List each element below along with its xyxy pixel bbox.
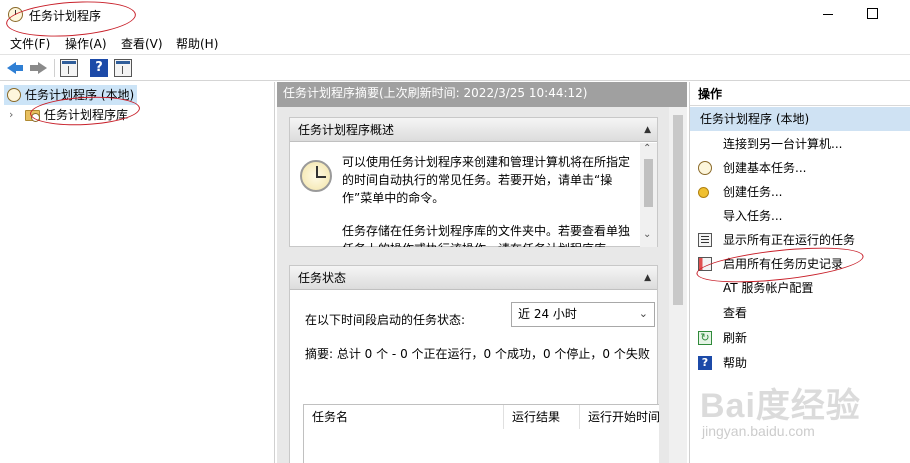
scroll-up-icon[interactable]: ⌃ — [643, 143, 651, 154]
task-status-section-header[interactable]: 任务状态 ▲ — [290, 266, 657, 290]
summary-body: 任务计划程序概述 ▲ 可以使用任务计划程序来创建和管理计算机将在所指定的时间自动… — [277, 107, 669, 463]
action-display-running-tasks[interactable]: 显示所有正在运行的任务 — [690, 228, 910, 252]
menu-bar: 文件(F) 操作(A) 查看(V) 帮助(H) — [0, 31, 910, 53]
tree-item-task-scheduler-library[interactable]: › 任务计划程序库 — [6, 105, 128, 125]
tree-item-task-scheduler-local[interactable]: 任务计划程序 (本地) — [4, 85, 138, 105]
column-header-task-name[interactable]: 任务名 — [304, 405, 504, 429]
actions-section-header[interactable]: 任务计划程序 (本地) — [690, 107, 910, 131]
chevron-right-icon[interactable]: › — [9, 105, 13, 125]
window-title: 任务计划程序 — [29, 9, 102, 23]
collapse-icon[interactable]: ▲ — [644, 118, 651, 142]
summary-pane: 任务计划程序摘要(上次刷新时间: 2022/3/25 10:44:12) 任务计… — [277, 82, 687, 463]
show-hide-action-pane-icon[interactable] — [114, 59, 132, 77]
summary-scroll-thumb[interactable] — [673, 115, 683, 305]
task-scheduler-clock-icon — [8, 7, 23, 22]
task-status-section: 任务状态 ▲ 在以下时间段启动的任务状态: 近 24 小时 ⌄ 摘要: 总计 0… — [289, 265, 660, 463]
status-summary: 摘要: 总计 0 个 - 0 个正在运行，0 个成功，0 个停止，0 个失败 — [305, 347, 650, 361]
running-tasks-icon — [698, 233, 712, 247]
menu-help[interactable]: 帮助(H) — [176, 35, 218, 52]
action-label: 创建任务... — [723, 185, 783, 199]
action-import-task[interactable]: 导入任务... — [690, 204, 910, 228]
overview-paragraph-2: 任务存储在任务计划程序库的文件夹中。若要查看单独任务上的操作或执行该操作，请在任… — [342, 224, 631, 247]
action-label: 查看 — [723, 306, 748, 320]
minimize-icon[interactable] — [822, 6, 836, 22]
toolbar-separator — [54, 59, 55, 77]
chevron-down-icon: ⌄ — [638, 307, 648, 320]
action-label: AT 服务帐户配置 — [723, 281, 814, 295]
action-label: 刷新 — [723, 331, 748, 345]
status-period-value: 近 24 小时 — [518, 307, 577, 321]
status-period-label: 在以下时间段启动的任务状态: — [305, 313, 466, 327]
column-header-run-result[interactable]: 运行结果 — [504, 405, 580, 429]
actions-pane: 操作 任务计划程序 (本地) 连接到另一台计算机... 创建基本任务... 创建… — [689, 82, 910, 463]
action-view[interactable]: 查看 — [690, 301, 910, 325]
tree-item-label: 任务计划程序库 — [44, 108, 129, 122]
action-refresh[interactable]: ↻ 刷新 — [690, 326, 910, 350]
action-label: 帮助 — [723, 356, 748, 370]
create-task-icon — [698, 187, 709, 198]
actions-pane-title: 操作 — [690, 82, 910, 106]
action-label: 创建基本任务... — [723, 161, 807, 175]
toolbar: ? — [0, 54, 910, 81]
overview-paragraph-1: 可以使用任务计划程序来创建和管理计算机将在所指定的时间自动执行的常见任务。若要开… — [342, 155, 631, 205]
overview-scrollbar[interactable]: ⌃ ⌄ — [640, 143, 657, 247]
task-scheduler-clock-icon — [300, 160, 332, 192]
status-period-dropdown[interactable]: 近 24 小时 ⌄ — [511, 302, 655, 327]
action-create-basic-task[interactable]: 创建基本任务... — [690, 156, 910, 180]
refresh-icon: ↻ — [698, 331, 712, 345]
menu-file[interactable]: 文件(F) — [10, 35, 50, 52]
maximize-icon[interactable] — [866, 7, 878, 19]
task-status-table: 任务名 运行结果 运行开始时间 — [303, 404, 660, 463]
summary-header: 任务计划程序摘要(上次刷新时间: 2022/3/25 10:44:12) — [277, 82, 687, 107]
task-history-icon — [698, 257, 712, 271]
action-label: 导入任务... — [723, 209, 783, 223]
overview-content: 可以使用任务计划程序来创建和管理计算机将在所指定的时间自动执行的常见任务。若要开… — [290, 143, 640, 247]
action-label: 连接到另一台计算机... — [723, 137, 843, 151]
task-status-section-title: 任务状态 — [298, 271, 347, 285]
action-enable-task-history[interactable]: 启用所有任务历史记录 — [690, 252, 910, 276]
menu-view[interactable]: 查看(V) — [121, 35, 163, 52]
console-tree: 任务计划程序 (本地) › 任务计划程序库 — [0, 82, 275, 463]
help-icon[interactable]: ? — [90, 59, 108, 77]
create-basic-task-icon — [698, 161, 712, 175]
forward-arrow-icon[interactable] — [29, 59, 47, 77]
overview-section: 任务计划程序概述 ▲ 可以使用任务计划程序来创建和管理计算机将在所指定的时间自动… — [289, 117, 658, 247]
overview-scroll-thumb[interactable] — [644, 159, 653, 207]
folder-clock-icon — [25, 110, 40, 122]
back-arrow-icon[interactable] — [6, 59, 24, 77]
overview-section-header[interactable]: 任务计划程序概述 ▲ — [290, 118, 657, 142]
action-label: 启用所有任务历史记录 — [723, 257, 844, 271]
help-icon: ? — [698, 356, 712, 370]
task-scheduler-clock-icon — [7, 88, 21, 102]
tree-item-label: 任务计划程序 (本地) — [25, 88, 135, 102]
action-label: 显示所有正在运行的任务 — [723, 233, 856, 247]
overview-section-title: 任务计划程序概述 — [298, 123, 395, 137]
action-create-task[interactable]: 创建任务... — [690, 180, 910, 204]
action-at-service-account[interactable]: AT 服务帐户配置 — [690, 276, 910, 300]
column-header-run-start-time[interactable]: 运行开始时间 — [580, 405, 660, 429]
menu-action[interactable]: 操作(A) — [65, 35, 107, 52]
title-bar: 任务计划程序 — [0, 0, 910, 30]
action-connect-another-computer[interactable]: 连接到另一台计算机... — [690, 132, 910, 156]
collapse-icon[interactable]: ▲ — [644, 266, 651, 290]
summary-scrollbar[interactable] — [669, 107, 687, 463]
show-hide-console-tree-icon[interactable] — [60, 59, 78, 77]
scroll-down-icon[interactable]: ⌄ — [643, 229, 651, 240]
action-help[interactable]: ? 帮助 — [690, 351, 910, 375]
